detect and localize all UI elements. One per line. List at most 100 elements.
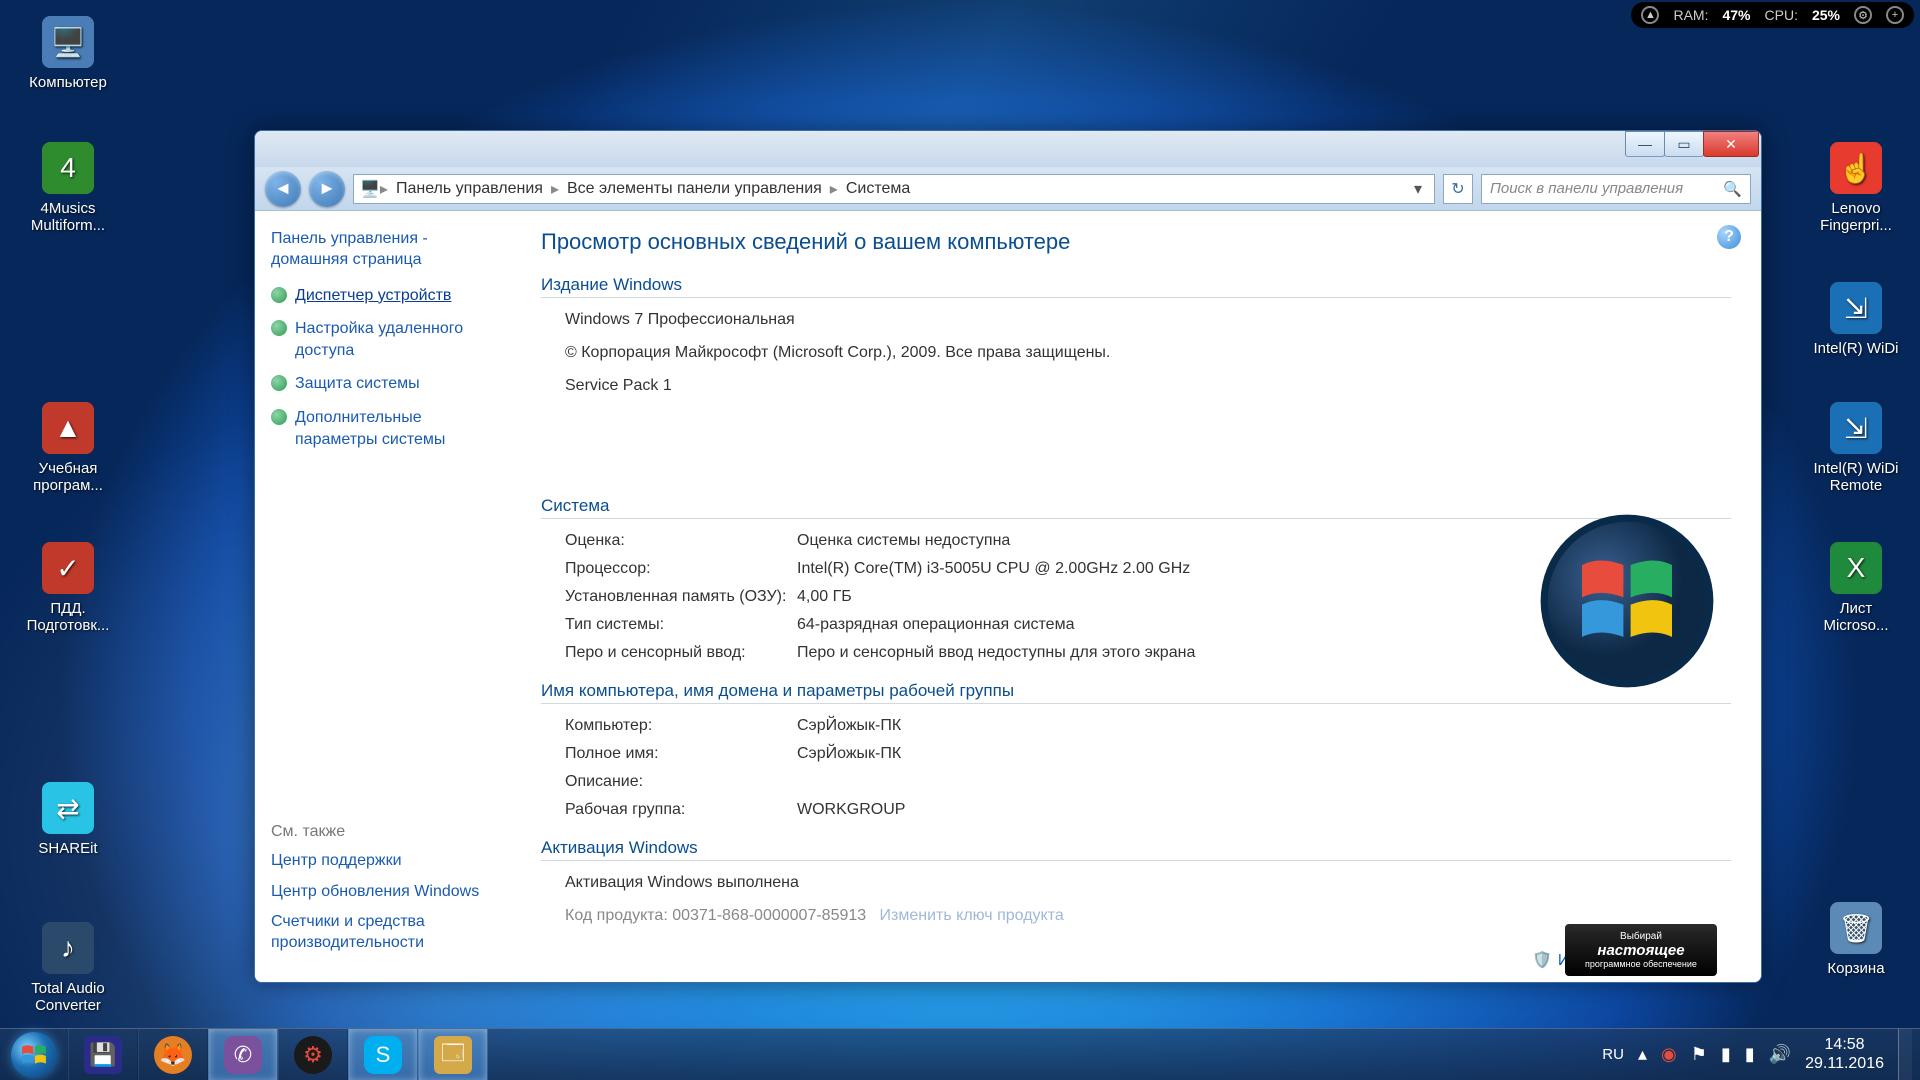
icon-label: Корзина — [1827, 960, 1884, 977]
taskbar-explorer[interactable]: 🗔 — [418, 1029, 488, 1080]
address-dropdown-icon[interactable]: ▾ — [1408, 179, 1428, 199]
forward-button[interactable]: ► — [309, 171, 345, 207]
desktop-icon-recycle-bin[interactable]: 🗑Корзина — [1806, 900, 1906, 977]
search-icon[interactable]: 🔍 — [1723, 180, 1742, 198]
see-also-label: См. также — [271, 823, 495, 841]
systype-value: 64-разрядная операционная система — [797, 611, 1074, 639]
desktop-icon-pdd[interactable]: ✓ПДД. Подготовк... — [18, 540, 118, 635]
cpu-value: Intel(R) Core(TM) i3-5005U CPU @ 2.00GHz… — [797, 555, 1190, 583]
sidebar-windows-update[interactable]: Центр обновления Windows — [271, 882, 495, 903]
windows-flag-icon — [17, 1038, 51, 1072]
ram-key: Установленная память (ОЗУ): — [565, 583, 797, 611]
sidebar-action-center[interactable]: Центр поддержки — [271, 851, 495, 872]
icon-label: Учебная програм... — [18, 460, 118, 495]
desc-key: Описание: — [565, 768, 797, 796]
desktop-icon-lenovo-fp[interactable]: ☝Lenovo Fingerpri... — [1806, 140, 1906, 235]
back-button[interactable]: ◄ — [265, 171, 301, 207]
fullname-value: СэрЙожык-ПК — [797, 740, 901, 768]
fullname-key: Полное имя: — [565, 740, 797, 768]
close-button[interactable]: ✕ — [1703, 131, 1759, 157]
content-pane: ? Просмотр основных сведений о вашем ком… — [511, 211, 1761, 982]
desktop-icon-intel-widi-remote[interactable]: ⇲Intel(R) WiDi Remote — [1806, 400, 1906, 495]
refresh-button[interactable]: ↻ — [1443, 174, 1473, 204]
taskbar-firefox[interactable]: 🦊 — [138, 1029, 208, 1080]
sidebar-remote-settings[interactable]: Настройка удаленного доступа — [271, 318, 495, 361]
ram-value-sys: 4,00 ГБ — [797, 583, 852, 611]
workgroup-key: Рабочая группа: — [565, 796, 797, 824]
ram-label: RAM: — [1673, 7, 1708, 23]
tray-chevron-icon[interactable]: ▴ — [1638, 1044, 1647, 1065]
sidebar-home-link[interactable]: Панель управления - домашняя страница — [271, 229, 495, 271]
sidebar-device-manager[interactable]: Диспетчер устройств — [271, 285, 495, 307]
taskbar: 💾 🦊 ✆ ⚙ S 🗔 RU ▴ ◉ ⚑ ▮ ▮ 🔊 14:58 29.11.2… — [0, 1028, 1920, 1080]
sidebar-advanced-settings[interactable]: Дополнительные параметры системы — [271, 407, 495, 450]
sysmon-left-icon[interactable]: ▲ — [1641, 6, 1659, 24]
tray-flag-icon[interactable]: ⚑ — [1691, 1044, 1707, 1065]
search-box[interactable]: Поиск в панели управления 🔍 — [1481, 174, 1751, 204]
taskbar-viber[interactable]: ✆ — [208, 1029, 278, 1080]
shield-small-icon: 🛡️ — [1532, 951, 1552, 972]
icon-label: Компьютер — [29, 74, 107, 91]
systype-key: Тип системы: — [565, 611, 797, 639]
desktop-icon-4musics[interactable]: 44Musics Multiform... — [18, 140, 118, 235]
tray-battery-icon[interactable]: ▮ — [1721, 1044, 1731, 1065]
edition-copyright: © Корпорация Майкрософт (Microsoft Corp.… — [541, 339, 1731, 366]
icon-label: ПДД. Подготовк... — [18, 600, 118, 635]
clock[interactable]: 14:58 29.11.2016 — [1805, 1036, 1884, 1073]
system-properties-window: — ▭ ✕ ◄ ► 🖥️ ▸ Панель управления ▸ Все э… — [254, 130, 1762, 983]
icon-label: Total Audio Converter — [18, 980, 118, 1015]
taskbar-floppy[interactable]: 💾 — [68, 1029, 138, 1080]
compname-key: Компьютер: — [565, 712, 797, 740]
ram-value: 47% — [1722, 7, 1750, 23]
desktop-icon-computer[interactable]: 🖥️Компьютер — [18, 14, 118, 91]
sysmon-settings-icon[interactable]: ⚙ — [1854, 6, 1872, 24]
taskbar-gear-app[interactable]: ⚙ — [278, 1029, 348, 1080]
icon-label: Intel(R) WiDi — [1814, 340, 1899, 357]
breadcrumb-1[interactable]: Панель управления — [388, 180, 551, 198]
icon-label: Лист Microso... — [1806, 600, 1906, 635]
help-icon[interactable]: ? — [1717, 225, 1741, 249]
icon-label: Lenovo Fingerpri... — [1806, 200, 1906, 235]
product-id: Код продукта: 00371-868-0000007-85913 — [565, 907, 866, 924]
desktop-icon-total-audio[interactable]: ♪Total Audio Converter — [18, 920, 118, 1015]
shield-icon — [271, 375, 287, 391]
system-monitor-bar: ▲ RAM: 47% CPU: 25% ⚙ + — [1631, 2, 1914, 28]
rating-link[interactable]: Оценка системы недоступна — [797, 527, 1010, 555]
compname-value: СэрЙожык-ПК — [797, 712, 901, 740]
lang-indicator[interactable]: RU — [1602, 1046, 1624, 1063]
maximize-button[interactable]: ▭ — [1664, 131, 1704, 157]
pen-key: Перо и сенсорный ввод: — [565, 639, 797, 667]
change-key-link[interactable]: Изменить ключ продукта — [880, 907, 1064, 924]
start-button[interactable] — [0, 1029, 68, 1080]
breadcrumb-2[interactable]: Все элементы панели управления — [559, 180, 830, 198]
address-bar[interactable]: 🖥️ ▸ Панель управления ▸ Все элементы па… — [353, 174, 1435, 204]
system-tray: RU ▴ ◉ ⚑ ▮ ▮ 🔊 14:58 29.11.2016 — [1602, 1029, 1920, 1080]
sidebar-perf-tools[interactable]: Счетчики и средства производительности — [271, 912, 495, 954]
titlebar[interactable]: — ▭ ✕ — [255, 131, 1761, 167]
cpu-key: Процессор: — [565, 555, 797, 583]
desktop-icon-shareit[interactable]: ⇄SHAREit — [18, 780, 118, 857]
icon-label: SHAREit — [38, 840, 97, 857]
desktop-icon-excel-sheet[interactable]: XЛист Microso... — [1806, 540, 1906, 635]
sidebar: Панель управления - домашняя страница Ди… — [255, 211, 511, 982]
windows-logo-icon — [1537, 511, 1717, 691]
minimize-button[interactable]: — — [1625, 131, 1665, 157]
rating-key: Оценка: — [565, 527, 797, 555]
taskbar-skype[interactable]: S — [348, 1029, 418, 1080]
section-activation: Активация Windows — [541, 838, 1731, 861]
sidebar-system-protection[interactable]: Защита системы — [271, 373, 495, 395]
search-placeholder: Поиск в панели управления — [1490, 180, 1683, 197]
tray-status-icon[interactable]: ◉ — [1661, 1044, 1677, 1065]
desktop-icon-uchebnaya[interactable]: ▲Учебная програм... — [18, 400, 118, 495]
tray-network-icon[interactable]: ▮ — [1745, 1044, 1755, 1065]
desktop-icon-intel-widi[interactable]: ⇲Intel(R) WiDi — [1806, 280, 1906, 357]
cpu-value: 25% — [1812, 7, 1840, 23]
genuine-software-badge[interactable]: Выбирай настоящее программное обеспечени… — [1565, 924, 1717, 976]
edition-name: Windows 7 Профессиональная — [541, 306, 1731, 333]
sysmon-add-icon[interactable]: + — [1886, 6, 1904, 24]
breadcrumb-3[interactable]: Система — [838, 180, 918, 198]
tray-volume-icon[interactable]: 🔊 — [1769, 1044, 1791, 1065]
shield-icon — [271, 320, 287, 336]
workgroup-value: WORKGROUP — [797, 796, 905, 824]
show-desktop-button[interactable] — [1898, 1029, 1912, 1080]
